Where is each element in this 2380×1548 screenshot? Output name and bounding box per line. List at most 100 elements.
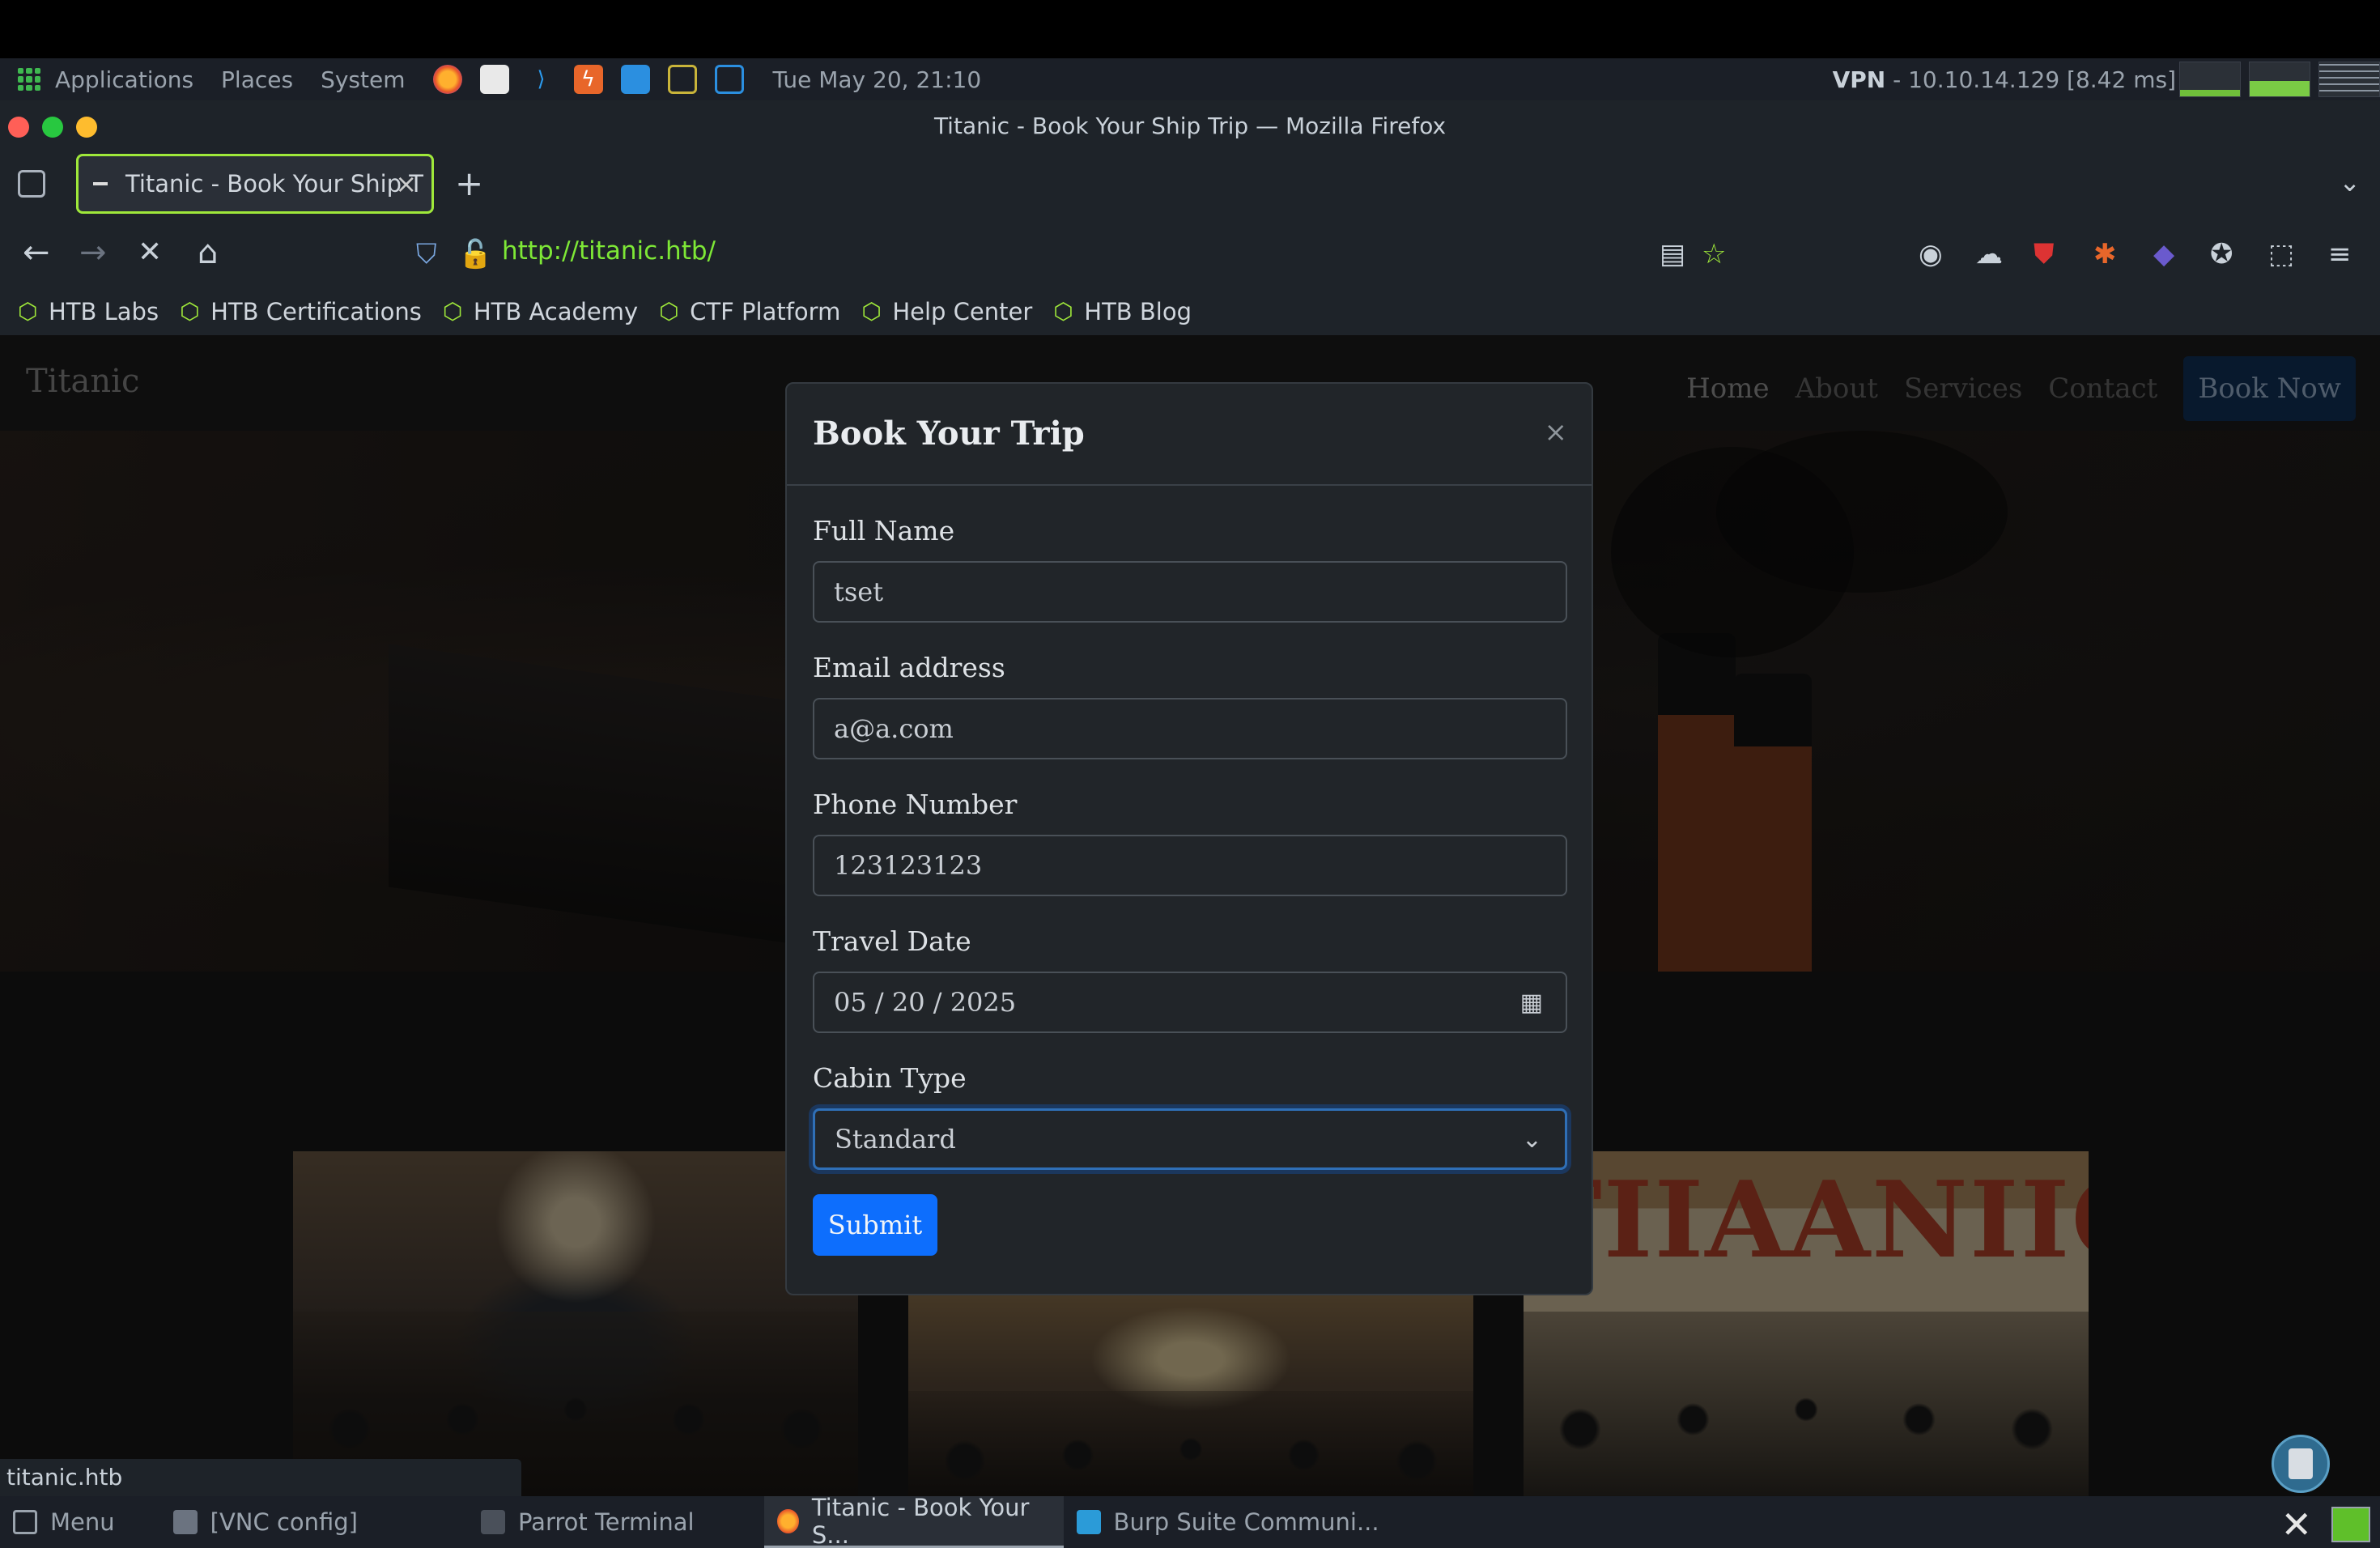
bookmark-help-center[interactable]: ⬡ Help Center	[861, 298, 1032, 325]
home-button[interactable]: ⌂	[198, 233, 218, 272]
bookmark-label: Help Center	[892, 298, 1033, 325]
bookmark-htb-labs[interactable]: ⬡ HTB Labs	[18, 298, 159, 325]
hexagon-icon: ⬡	[18, 298, 38, 325]
menu-applications[interactable]: Applications	[55, 66, 193, 93]
system-panel: Applications Places System ⟩ ϟ Tue May 2…	[0, 58, 2380, 100]
forward-button[interactable]: →	[79, 233, 107, 272]
foxyproxy-icon[interactable]: ☁	[1975, 238, 2003, 270]
tab-overview-icon[interactable]	[18, 170, 45, 198]
window-controls	[8, 117, 97, 138]
new-tab-button[interactable]: +	[455, 164, 483, 203]
list-tabs-button[interactable]: ⌄	[2339, 167, 2361, 198]
bookmark-label: HTB Certifications	[210, 298, 422, 325]
navigation-toolbar: ← → ✕ ⌂ ⛉ 🔓 http://titanic.htb/ ▤ ☆ ◉ ☁ …	[0, 217, 2380, 288]
phone-label: Phone Number	[813, 789, 1018, 820]
clipboard-float-button[interactable]	[2272, 1435, 2330, 1493]
firefox-icon[interactable]	[432, 65, 462, 94]
submit-button[interactable]: Submit	[813, 1194, 937, 1256]
terminal-icon	[481, 1510, 505, 1534]
bookmarks-toolbar: ⬡ HTB Labs ⬡ HTB Certifications ⬡ HTB Acade…	[0, 288, 2380, 335]
taskbar-label: [VNC config]	[210, 1508, 358, 1536]
cookie-icon[interactable]: ✪	[2210, 238, 2233, 270]
bookmark-htb-blog[interactable]: ⬡ HTB Blog	[1053, 298, 1192, 325]
ublock-icon[interactable]: ⛊	[2034, 238, 2055, 270]
workspace-icon[interactable]	[2331, 1507, 2370, 1542]
full-name-value: tset	[834, 576, 884, 607]
tab-titanic[interactable]: Titanic - Book Your Ship T ×	[76, 154, 434, 214]
taskbar-menu[interactable]: Menu	[0, 1496, 128, 1548]
close-x-icon[interactable]: ✕	[2280, 1503, 2312, 1546]
window-titlebar: Titanic - Book Your Ship Trip — Mozilla …	[0, 100, 2380, 152]
booking-modal: Book Your Trip × Full Name tset Email ad…	[785, 382, 1593, 1295]
taskbar-burp-suite[interactable]: Burp Suite Communi...	[1064, 1496, 1392, 1548]
minimize-window-button[interactable]	[76, 117, 97, 138]
taskbar-firefox[interactable]: Titanic - Book Your S...	[763, 1493, 1064, 1548]
bookmark-htb-certifications[interactable]: ⬡ HTB Certifications	[180, 298, 422, 325]
hamburger-menu-icon[interactable]: ≡	[2328, 238, 2352, 270]
cabin-type-select[interactable]: Standard ⌄	[813, 1108, 1567, 1170]
bookmark-label: HTB Academy	[473, 298, 639, 325]
maximize-window-button[interactable]	[42, 117, 63, 138]
terminal-icon[interactable]	[620, 65, 650, 94]
clock: Tue May 20, 21:10	[772, 66, 982, 93]
taskbar-vnc-config[interactable]: [VNC config]	[160, 1496, 371, 1548]
taskbar-label: Burp Suite Communi...	[1113, 1508, 1379, 1536]
email-value: a@a.com	[834, 713, 954, 744]
shield-icon[interactable]: ⛉	[416, 238, 437, 270]
menu-system[interactable]: System	[321, 66, 405, 93]
cabin-type-value: Standard	[835, 1124, 956, 1155]
travel-date-value: 05 / 20 / 2025	[834, 987, 1017, 1018]
bookmark-star-icon[interactable]: ☆	[1702, 238, 1726, 270]
menu-places[interactable]: Places	[221, 66, 293, 93]
window-title: Titanic - Book Your Ship Trip — Mozilla …	[933, 113, 1447, 139]
hexagon-icon: ⬡	[442, 298, 463, 325]
taskbar-tray: ✕	[2280, 1503, 2370, 1546]
firefox-icon	[776, 1508, 799, 1533]
burp-icon	[1076, 1510, 1101, 1534]
cabin-type-label: Cabin Type	[813, 1062, 967, 1094]
cpu-meter	[2179, 62, 2241, 97]
email-input[interactable]: a@a.com	[813, 698, 1567, 759]
phone-input[interactable]: 123123123	[813, 835, 1567, 896]
taskbar-parrot-terminal[interactable]: Parrot Terminal	[468, 1496, 708, 1548]
vpn-status: VPN - 10.10.14.129 [8.42 ms]	[1833, 66, 2176, 93]
url-input[interactable]: http://titanic.htb/	[502, 236, 716, 266]
modal-close-icon[interactable]: ×	[1545, 416, 1568, 449]
reader-view-icon[interactable]: ▤	[1660, 238, 1685, 270]
wappalyzer-icon[interactable]: ◆	[2153, 238, 2174, 270]
tab-close-icon[interactable]: ×	[395, 168, 417, 199]
bookmark-htb-academy[interactable]: ⬡ HTB Academy	[443, 298, 638, 325]
hexagon-icon: ⬡	[659, 298, 679, 325]
modal-body: Full Name tset Email address a@a.com Pho…	[787, 486, 1592, 1256]
chevron-down-icon: ⌄	[1521, 1125, 1542, 1154]
tab-label: Titanic - Book Your Ship T	[125, 170, 424, 198]
hexagon-icon: ⬡	[861, 298, 882, 325]
window-icon[interactable]	[667, 65, 697, 94]
travel-date-label: Travel Date	[813, 925, 971, 957]
loading-icon	[93, 182, 108, 185]
burp-icon[interactable]: ϟ	[573, 65, 603, 94]
bookmark-ctf-platform[interactable]: ⬡ CTF Platform	[659, 298, 840, 325]
insecure-lock-icon[interactable]: 🔓	[458, 238, 492, 270]
calendar-icon[interactable]: ▦	[1520, 989, 1543, 1017]
stop-button[interactable]: ✕	[138, 233, 162, 272]
account-icon[interactable]: ◉	[1919, 238, 1943, 270]
taskbar-label: Parrot Terminal	[518, 1508, 695, 1536]
full-name-input[interactable]: tset	[813, 561, 1567, 623]
tab-strip: Titanic - Book Your Ship T × + ⌄	[0, 152, 2380, 217]
clipboard-icon	[2289, 1448, 2313, 1479]
apps-grid-icon[interactable]	[18, 68, 40, 91]
network-meter	[2318, 62, 2380, 97]
text-editor-icon[interactable]	[479, 65, 509, 94]
phone-value: 123123123	[834, 850, 983, 881]
powershell-icon[interactable]	[714, 65, 744, 94]
back-button[interactable]: ←	[23, 233, 50, 272]
taskbar-label: Titanic - Book Your S...	[811, 1493, 1030, 1548]
extensions-icon[interactable]: ⬚	[2268, 238, 2294, 270]
close-window-button[interactable]	[8, 117, 29, 138]
memory-meter	[2249, 62, 2310, 97]
vscode-icon[interactable]: ⟩	[527, 65, 556, 94]
bookmark-label: HTB Blog	[1084, 298, 1192, 325]
burp-extension-icon[interactable]: ✱	[2093, 238, 2117, 270]
travel-date-input[interactable]: 05 / 20 / 2025 ▦	[813, 972, 1567, 1033]
